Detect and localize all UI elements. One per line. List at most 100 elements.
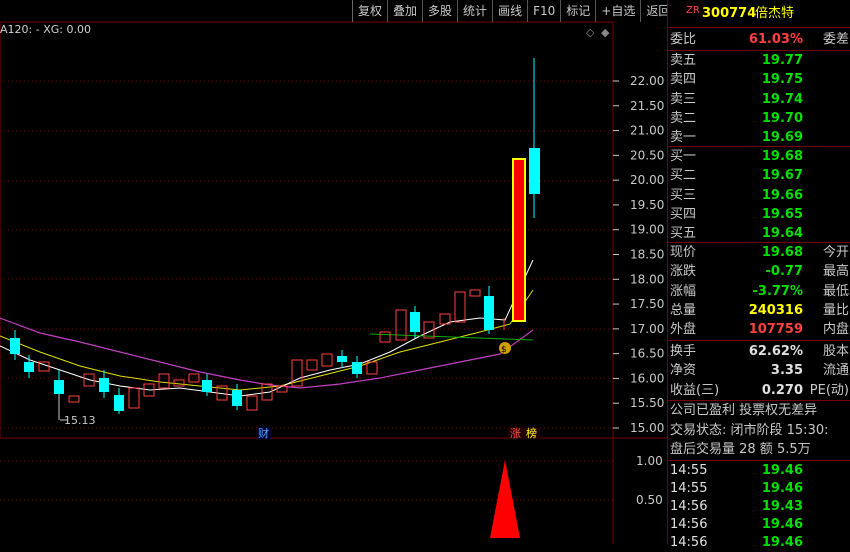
quote-row: 涨幅 -3.77% 最低 [668,282,850,301]
row-label: 净资 [670,363,697,379]
tick-price: 19.46 [761,481,803,496]
row-value: 19.68 [761,149,803,164]
price-tick-label: 20.50 [630,148,664,162]
row-label: 卖四 [670,72,697,88]
row-label: 买五 [670,226,697,242]
price-tick-label: 21.50 [630,99,664,113]
row-right-label: 流通 [822,363,849,379]
event-bang: 榜 [526,426,537,440]
row-right-label: 最低 [822,283,849,299]
tick-price: 19.43 [761,499,803,514]
stock-code: 300774 [702,6,757,21]
tick-price: 19.46 [761,463,803,478]
price-tick-label: 17.00 [630,322,664,336]
quote-row: 涨跌 -0.77 最高 [668,262,850,281]
stats-row: 收益(三) 0.270 PE(动) [668,381,850,400]
row-value: 19.70 [761,110,803,126]
price-tick-label: 16.50 [630,347,664,361]
row-value: 240316 [748,302,803,318]
bids-row: 买一 19.68 [668,147,850,166]
row-right-label: 最高 [822,264,849,280]
row-value: 19.68 [761,245,803,260]
event-zhang: 涨 [510,427,521,440]
candlestick-chart[interactable]: 22.00 21.50 21.00 20.50 20.00 19.50 19.00 18.50… [0,0,667,544]
asks-row: 卖二 19.70 [668,109,850,128]
quote-panel: ZR 300774 倍杰特 委比 61.03% 委差 卖五 19.77 卖四 19.7… [667,0,850,550]
asks-row: 卖五 19.77 [668,51,850,70]
row-label: 卖一 [670,130,697,146]
toolbar-button-5[interactable]: F10 [527,0,560,22]
quote-row: 外盘 107759 内盘 [668,320,850,339]
row-right-label: 今开 [822,245,849,260]
svg-text:$: $ [501,345,507,355]
row-right-label: 内盘 [822,322,849,338]
row-label: 收益(三) [670,382,720,398]
toolbar-button-3[interactable]: 统计 [457,0,492,22]
sub-tick-label: 1.00 [636,454,663,468]
row-label: 买三 [670,187,697,203]
weibi-value: 61.03% [748,32,803,47]
weibi-row: 委比 61.03% 委差 [668,30,850,49]
price-tick-label: 19.00 [630,223,664,237]
row-label: 卖五 [670,53,697,68]
indicator-readout: A120: - XG: 0.00 [0,23,91,36]
low-price-label: 15.13 [64,414,96,427]
price-tick-label: 18.00 [630,272,664,286]
row-value: 19.69 [761,130,803,146]
row-label: 总量 [670,302,697,318]
event-cai: 财 [258,426,269,440]
quote-row: 现价 19.68 今开 [668,243,850,262]
price-tick-label: 16.00 [630,371,664,385]
toolbar-button-7[interactable]: +自选 [595,0,640,22]
row-value: 107759 [748,322,803,338]
sub-tick-label: 0.50 [636,493,663,507]
row-label: 买四 [670,206,697,222]
tick-price: 19.46 [761,535,803,550]
toolbar-button-6[interactable]: 标记 [560,0,595,22]
price-tick-label: 17.50 [630,297,664,311]
tick-time: 14:56 [670,517,708,532]
row-label: 买一 [670,149,697,164]
bids-row: 买三 19.66 [668,186,850,205]
tick-time: 14:56 [670,535,708,550]
tick-row: 14:55 19.46 [668,479,850,498]
row-value: 19.67 [761,168,803,184]
row-value: 62.62% [748,344,803,359]
row-right-label: 量比 [822,302,849,318]
tick-row: 14:55 19.46 [668,461,850,480]
price-tick-label: 15.00 [630,421,664,435]
asks-row: 卖一 19.69 [668,128,850,147]
toolbar-button-4[interactable]: 画线 [492,0,527,22]
row-label: 涨幅 [670,283,697,299]
stock-tag: ZR [686,5,700,16]
bids-row: 买二 19.67 [668,166,850,185]
row-value: 19.66 [761,187,803,203]
row-label: 卖三 [670,91,697,107]
row-value: 19.65 [761,206,803,222]
price-tick-label: 19.50 [630,198,664,212]
row-label: 外盘 [670,322,697,338]
row-label: 现价 [670,245,697,260]
quote-row: 总量 240316 量比 [668,301,850,320]
row-value: 19.77 [761,53,803,68]
toolbar-button-2[interactable]: 多股 [422,0,457,22]
tick-time: 14:55 [670,481,708,496]
svg-text:◇: ◇ [586,26,595,39]
asks-row: 卖四 19.75 [668,70,850,89]
svg-text:◆: ◆ [601,26,610,39]
row-label: 涨跌 [670,264,697,280]
bids-row: 买四 19.65 [668,205,850,224]
toolbar-button-1[interactable]: 叠加 [387,0,422,22]
price-tick-label: 15.50 [630,396,664,410]
row-value: 0.270 [761,382,803,398]
tick-row: 14:56 19.43 [668,497,850,516]
info-line: 交易状态: 闭市阶段 15:30: [670,422,829,438]
toolbar-button-0[interactable]: 复权 [352,0,387,22]
row-value: -3.77% [752,283,804,299]
price-tick-label: 18.50 [630,248,664,262]
row-label: 换手 [670,344,697,359]
row-label: 卖二 [670,110,697,126]
weibi-label: 委比 [670,32,697,47]
stock-name: 倍杰特 [755,6,795,21]
chart-toolbar: 复权 叠加 多股 统计 画线 F10 标记 +自选 返回 [352,0,675,22]
